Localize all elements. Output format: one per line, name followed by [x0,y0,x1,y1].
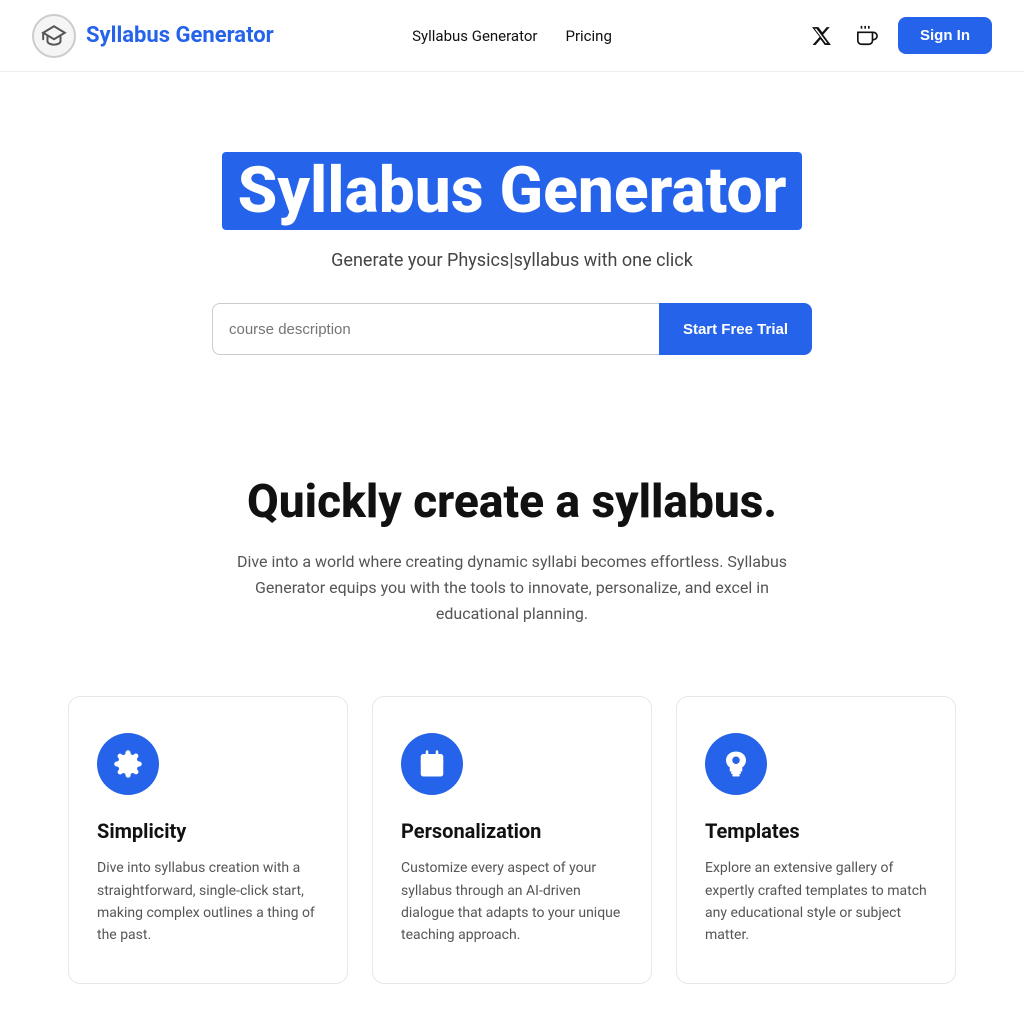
nav-brand-area: Syllabus Generator [32,14,274,58]
cards-row: Simplicity Dive into syllabus creation w… [0,696,1024,1024]
simplicity-title: Simplicity [97,819,319,843]
signin-button[interactable]: Sign In [898,17,992,54]
coffee-button[interactable] [852,21,882,51]
card-personalization: Personalization Customize every aspect o… [372,696,652,984]
graduation-cap-icon [41,23,67,49]
features-section: Quickly create a syllabus. Dive into a w… [0,415,1024,696]
personalization-icon-circle [401,733,463,795]
hero-subtitle: Generate your Physics|syllabus with one … [20,250,1004,271]
nav-right-actions: Sign In [806,17,992,54]
personalization-desc: Customize every aspect of your syllabus … [401,857,623,947]
hero-title: Syllabus Generator [238,156,787,226]
personalization-title: Personalization [401,819,623,843]
features-heading: Quickly create a syllabus. [40,475,984,529]
nav-link-syllabus[interactable]: Syllabus Generator [412,27,537,45]
features-subtext: Dive into a world where creating dynamic… [222,549,802,626]
twitter-button[interactable] [806,21,836,51]
hero-title-bg: Syllabus Generator [222,152,803,230]
nav-link-pricing[interactable]: Pricing [565,27,611,45]
start-free-trial-button[interactable]: Start Free Trial [659,303,812,355]
hero-input-row: Start Free Trial [212,303,812,355]
card-simplicity: Simplicity Dive into syllabus creation w… [68,696,348,984]
templates-desc: Explore an extensive gallery of expertly… [705,857,927,947]
simplicity-desc: Dive into syllabus creation with a strai… [97,857,319,947]
card-templates: Templates Explore an extensive gallery o… [676,696,956,984]
coffee-icon [856,25,878,47]
simplicity-icon-circle [97,733,159,795]
hero-section: Syllabus Generator Generate your Physics… [0,72,1024,415]
templates-icon-circle [705,733,767,795]
calendar-icon [417,749,447,779]
brand-name[interactable]: Syllabus Generator [86,23,274,48]
twitter-icon [810,25,832,47]
nav-links: Syllabus Generator Pricing [412,27,612,45]
gear-icon [113,749,143,779]
templates-title: Templates [705,819,927,843]
navbar: Syllabus Generator Syllabus Generator Pr… [0,0,1024,72]
brand-logo [32,14,76,58]
course-description-input[interactable] [212,303,659,355]
star-icon [721,749,751,779]
